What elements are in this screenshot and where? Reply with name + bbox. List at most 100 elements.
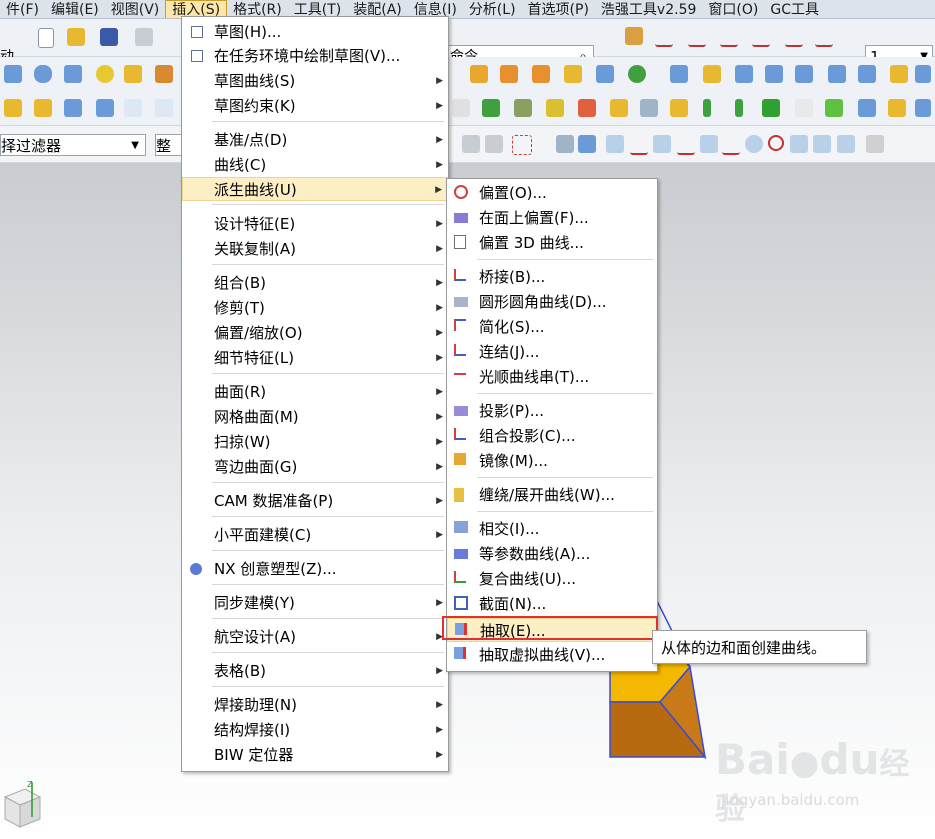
assembly-tool-11-icon[interactable] (795, 99, 813, 117)
menu-item-section[interactable]: 截面(N)... (447, 592, 657, 616)
assembly-tool-9-icon[interactable] (735, 99, 743, 117)
menu-gc-tools[interactable]: GC工具 (764, 1, 825, 18)
curve-tool-4-icon[interactable] (752, 27, 770, 47)
menu-item-structure-weld[interactable]: 结构焊接(I) ▶ (182, 718, 448, 742)
sync-tool-5-icon[interactable] (124, 99, 142, 117)
sync-tool-6-icon[interactable] (155, 99, 173, 117)
menu-item-composite-curve[interactable]: 复合曲线(U)... (447, 567, 657, 591)
snap-on-face-icon[interactable] (837, 135, 855, 153)
feature-tool-1-icon[interactable] (470, 65, 488, 83)
menu-item-offset-scale[interactable]: 偏置/缩放(O) ▶ (182, 321, 448, 345)
menu-item-offset-3d-curve[interactable]: 偏置 3D 曲线... (447, 231, 657, 255)
prt-tool-icon[interactable] (452, 99, 470, 117)
assembly-tool-6-icon[interactable] (640, 99, 658, 117)
cylinder-icon[interactable] (34, 65, 52, 83)
snap-point-icon[interactable] (625, 27, 643, 45)
menu-item-sketch-constraint[interactable]: 草图约束(K) ▶ (182, 94, 448, 118)
cone-icon[interactable] (64, 65, 82, 83)
sync-tool-1-icon[interactable] (4, 99, 22, 117)
menu-item-mesh-surface[interactable]: 网格曲面(M) ▶ (182, 405, 448, 429)
menu-item-datum-point[interactable]: 基准/点(D) ▶ (182, 128, 448, 152)
curve-tool-6-icon[interactable] (815, 27, 833, 47)
menu-item-bridge[interactable]: 桥接(B)... (447, 265, 657, 289)
curve-tool-3-icon[interactable] (720, 27, 738, 47)
snap-intersect-icon[interactable] (677, 135, 695, 155)
snap-end-icon[interactable] (606, 135, 624, 153)
snap-tool-1-icon[interactable] (462, 135, 480, 153)
feature-tool-8-icon[interactable] (703, 65, 721, 83)
assembly-tool-14-icon[interactable] (888, 99, 906, 117)
grid-icon[interactable] (866, 135, 884, 153)
box-select-icon[interactable] (512, 135, 532, 155)
menu-item-flange-surface[interactable]: 弯边曲面(G) ▶ (182, 455, 448, 479)
menu-preferences[interactable]: 首选项(P) (522, 1, 595, 18)
snap-control-icon[interactable] (653, 135, 671, 153)
sync-tool-2-icon[interactable] (34, 99, 52, 117)
menu-item-sketch-curve[interactable]: 草图曲线(S) ▶ (182, 69, 448, 93)
menu-item-synchronous-modeling[interactable]: 同步建模(Y) ▶ (182, 591, 448, 615)
feature-tool-13-icon[interactable] (858, 65, 876, 83)
snap-arc-center-icon[interactable] (745, 135, 763, 153)
menu-item-surface[interactable]: 曲面(R) ▶ (182, 380, 448, 404)
feature-tool-10-icon[interactable] (765, 65, 783, 83)
menu-item-mirror[interactable]: 镜像(M)... (447, 449, 657, 473)
menu-item-wrap-unwrap[interactable]: 缠绕/展开曲线(W)... (447, 483, 657, 507)
selection-filter-select[interactable]: 择过滤器 ▼ (0, 134, 146, 156)
menu-item-simplify[interactable]: 简化(S)... (447, 315, 657, 339)
select-tool-2-icon[interactable] (578, 135, 596, 153)
menu-item-table[interactable]: 表格(B) ▶ (182, 659, 448, 683)
assembly-tool-12-icon[interactable] (825, 99, 843, 117)
menu-window[interactable]: 窗口(O) (702, 1, 764, 18)
menu-item-sweep[interactable]: 扫掠(W) ▶ (182, 430, 448, 454)
assembly-tool-4-icon[interactable] (578, 99, 596, 117)
feature-tool-15-icon[interactable] (915, 65, 931, 83)
menu-item-offset[interactable]: 偏置(O)... (447, 181, 657, 205)
menu-item-join[interactable]: 连结(J)... (447, 340, 657, 364)
snap-on-curve-icon[interactable] (813, 135, 831, 153)
menu-item-smooth-string[interactable]: 光顺曲线串(T)... (447, 365, 657, 389)
feature-tool-9-icon[interactable] (735, 65, 753, 83)
feature-tool-5-icon[interactable] (596, 65, 614, 83)
curve-tool-2-icon[interactable] (688, 27, 706, 47)
menu-item-curve[interactable]: 曲线(C) ▶ (182, 153, 448, 177)
snap-tool-2-icon[interactable] (485, 135, 503, 153)
curve-tool-1-icon[interactable] (655, 27, 673, 47)
snap-center-icon[interactable] (700, 135, 718, 153)
menu-item-offset-on-face[interactable]: 在面上偏置(F)... (447, 206, 657, 230)
menu-haoqiang-tools[interactable]: 浩强工具v2.59 (595, 1, 702, 18)
assembly-tool-15-icon[interactable] (915, 99, 931, 117)
assembly-tool-7-icon[interactable] (670, 99, 688, 117)
feature-tool-7-icon[interactable] (670, 65, 688, 83)
assembly-tool-2-icon[interactable] (514, 99, 532, 117)
menu-view[interactable]: 视图(V) (105, 1, 166, 18)
sync-tool-4-icon[interactable] (96, 99, 114, 117)
menu-edit[interactable]: 编辑(E) (45, 1, 105, 18)
menu-item-aerospace-design[interactable]: 航空设计(A) ▶ (182, 625, 448, 649)
menu-item-weld-assistant[interactable]: 焊接助理(N) ▶ (182, 693, 448, 717)
menu-item-project[interactable]: 投影(P)... (447, 399, 657, 423)
feature-tool-12-icon[interactable] (828, 65, 846, 83)
snap-point-on-curve-icon[interactable] (768, 135, 784, 151)
sphere-icon[interactable] (96, 65, 114, 83)
snap-quadrant-icon[interactable] (722, 135, 740, 155)
menu-item-combine[interactable]: 组合(B) ▶ (182, 271, 448, 295)
menu-item-detail-feature[interactable]: 细节特征(L) ▶ (182, 346, 448, 370)
feature-tool-14-icon[interactable] (890, 65, 908, 83)
extrude-icon[interactable] (124, 65, 142, 83)
open-folder-icon[interactable] (67, 28, 85, 46)
cut-icon[interactable] (135, 28, 153, 46)
menu-item-sketch[interactable]: 草图(H)... (182, 20, 448, 44)
menu-analysis[interactable]: 分析(L) (463, 1, 522, 18)
assembly-tool-10-icon[interactable] (762, 99, 780, 117)
menu-item-biw-locator[interactable]: BIW 定位器 ▶ (182, 743, 448, 767)
select-tool-1-icon[interactable] (556, 135, 574, 153)
assembly-tool-1-icon[interactable] (482, 99, 500, 117)
assembly-tool-3-icon[interactable] (546, 99, 564, 117)
assembly-tool-13-icon[interactable] (858, 99, 876, 117)
new-file-icon[interactable] (38, 28, 54, 48)
curve-tool-5-icon[interactable] (785, 27, 803, 47)
snap-existing-point-icon[interactable] (790, 135, 808, 153)
feature-tool-4-icon[interactable] (564, 65, 582, 83)
menu-item-facet-modeling[interactable]: 小平面建模(C) ▶ (182, 523, 448, 547)
menu-item-sketch-in-task[interactable]: 在任务环境中绘制草图(V)... (182, 44, 448, 68)
